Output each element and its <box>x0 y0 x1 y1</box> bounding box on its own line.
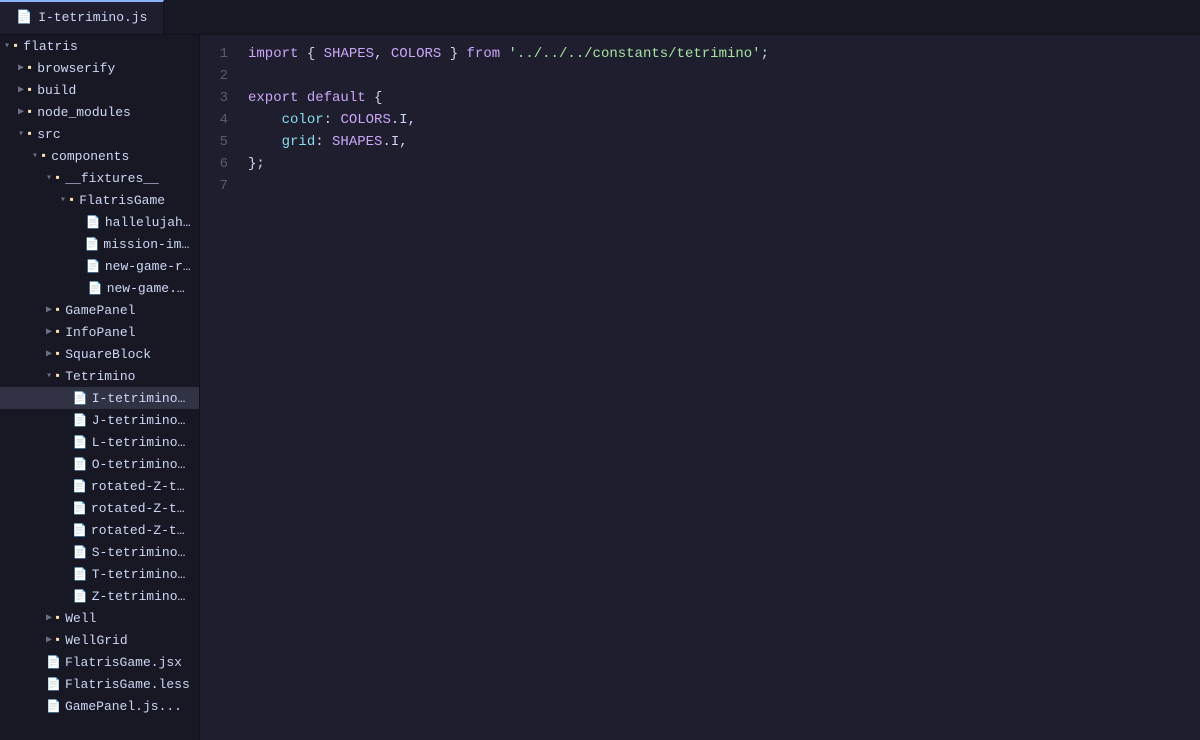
sidebar-item-J-tetrimino[interactable]: 📄 J-tetrimino.js <box>0 409 199 431</box>
sidebar-item-SquareBlock[interactable]: ▶ ▪ SquareBlock <box>0 343 199 365</box>
folder-icon: ▪ <box>54 303 61 317</box>
sidebar-item-Tetrimino[interactable]: ▾ ▪ Tetrimino <box>0 365 199 387</box>
chevron-down-icon: ▾ <box>46 172 52 184</box>
folder-icon: ▪ <box>54 611 61 625</box>
sidebar-item-flatris[interactable]: ▾ ▪ flatris <box>0 35 199 57</box>
sidebar-item-src[interactable]: ▾ ▪ src <box>0 123 199 145</box>
file-icon: 📄 <box>72 479 87 494</box>
editor-area[interactable]: 1 2 3 4 5 6 7 import { SHAPES, COLORS } … <box>200 35 1200 740</box>
sidebar-item-components[interactable]: ▾ ▪ components <box>0 145 199 167</box>
file-icon: 📄 <box>46 655 61 670</box>
file-icon: 📄 <box>86 259 101 274</box>
sidebar-item-S-tetrimino[interactable]: 📄 S-tetrimino.js <box>0 541 199 563</box>
folder-icon: ▪ <box>54 171 61 185</box>
chevron-down-icon: ▾ <box>46 370 52 382</box>
file-icon: 📄 <box>73 589 88 604</box>
sidebar-item-GamePanel-js[interactable]: 📄 GamePanel.js... <box>0 695 199 717</box>
code-content[interactable]: import { SHAPES, COLORS } from '../../..… <box>240 43 1200 740</box>
folder-icon: ▪ <box>26 83 33 97</box>
chevron-right-icon: ▶ <box>46 326 52 338</box>
chevron-right-icon: ▶ <box>46 304 52 316</box>
chevron-right-icon: ▶ <box>18 62 24 74</box>
sidebar-item-browserify[interactable]: ▶ ▪ browserify <box>0 57 199 79</box>
sidebar-item-fixtures[interactable]: ▾ ▪ __fixtures__ <box>0 167 199 189</box>
chevron-down-icon: ▾ <box>18 128 24 140</box>
sidebar-item-hallelujah[interactable]: 📄 hallelujah.js <box>0 211 199 233</box>
sidebar-item-FlatrisGame[interactable]: ▾ ▪ FlatrisGame <box>0 189 199 211</box>
file-icon: 📄 <box>72 501 87 516</box>
line-numbers: 1 2 3 4 5 6 7 <box>200 43 240 740</box>
file-icon: 📄 <box>73 545 88 560</box>
file-icon: 📄 <box>73 435 88 450</box>
chevron-right-icon: ▶ <box>46 348 52 360</box>
file-icon: 📄 <box>88 281 103 296</box>
sidebar-item-FlatrisGame-less[interactable]: 📄 FlatrisGame.less <box>0 673 199 695</box>
chevron-right-icon: ▶ <box>18 106 24 118</box>
folder-icon: ▪ <box>26 105 33 119</box>
chevron-right-icon: ▶ <box>46 612 52 624</box>
folder-icon: ▪ <box>40 149 47 163</box>
sidebar-item-InfoPanel[interactable]: ▶ ▪ InfoPanel <box>0 321 199 343</box>
folder-icon: ▪ <box>26 127 33 141</box>
tab-label: I-tetrimino.js <box>38 10 147 25</box>
file-icon: 📄 <box>46 677 61 692</box>
sidebar-item-GamePanel[interactable]: ▶ ▪ GamePanel <box>0 299 199 321</box>
sidebar-item-mission-impo[interactable]: 📄 mission-impo... <box>0 233 199 255</box>
chevron-right-icon: ▶ <box>46 634 52 646</box>
folder-icon: ▪ <box>54 325 61 339</box>
sidebar-item-WellGrid[interactable]: ▶ ▪ WellGrid <box>0 629 199 651</box>
chevron-right-icon: ▶ <box>18 84 24 96</box>
file-icon: 📄 <box>84 237 99 252</box>
sidebar-item-new-game[interactable]: 📄 new-game.js <box>0 277 199 299</box>
sidebar: ▾ ▪ flatris ▶ ▪ browserify ▶ ▪ build ▶ ▪… <box>0 35 200 740</box>
file-icon: 📄 <box>72 523 87 538</box>
sidebar-item-Z-tetrimino[interactable]: 📄 Z-tetrimino.js <box>0 585 199 607</box>
chevron-down-icon: ▾ <box>60 194 66 206</box>
file-icon: 📄 <box>73 391 88 406</box>
sidebar-item-build[interactable]: ▶ ▪ build <box>0 79 199 101</box>
sidebar-item-L-tetrimino[interactable]: 📄 L-tetrimino.js <box>0 431 199 453</box>
sidebar-item-rotated-Z-2[interactable]: 📄 rotated-Z-te... <box>0 497 199 519</box>
sidebar-item-node-modules[interactable]: ▶ ▪ node_modules <box>0 101 199 123</box>
sidebar-item-I-tetrimino[interactable]: 📄 I-tetrimino.js <box>0 387 199 409</box>
sidebar-item-T-tetrimino[interactable]: 📄 T-tetrimino.js <box>0 563 199 585</box>
sidebar-item-rotated-Z-1[interactable]: 📄 rotated-Z-te... <box>0 475 199 497</box>
folder-icon: ▪ <box>54 369 61 383</box>
file-icon: 📄 <box>73 567 88 582</box>
sidebar-item-O-tetrimino[interactable]: 📄 O-tetrimino.js <box>0 453 199 475</box>
sidebar-item-FlatrisGame-jsx[interactable]: 📄 FlatrisGame.jsx <box>0 651 199 673</box>
file-icon: 📄 <box>73 457 88 472</box>
file-icon-tab: 📄 <box>16 10 32 25</box>
sidebar-item-Well[interactable]: ▶ ▪ Well <box>0 607 199 629</box>
main-layout: ▾ ▪ flatris ▶ ▪ browserify ▶ ▪ build ▶ ▪… <box>0 35 1200 740</box>
tab-bar: 📄 I-tetrimino.js <box>0 0 1200 35</box>
folder-icon: ▪ <box>68 193 75 207</box>
sidebar-item-new-game-r[interactable]: 📄 new-game-r... <box>0 255 199 277</box>
tab-I-tetrimino[interactable]: 📄 I-tetrimino.js <box>0 0 164 34</box>
file-icon: 📄 <box>73 413 88 428</box>
code-view: 1 2 3 4 5 6 7 import { SHAPES, COLORS } … <box>200 35 1200 740</box>
folder-icon: ▪ <box>54 633 61 647</box>
file-icon: 📄 <box>86 215 101 230</box>
folder-icon: ▪ <box>12 39 19 53</box>
file-icon: 📄 <box>46 699 61 714</box>
folder-icon: ▪ <box>54 347 61 361</box>
sidebar-item-rotated-Z-3[interactable]: 📄 rotated-Z-te... <box>0 519 199 541</box>
chevron-down-icon: ▾ <box>32 150 38 162</box>
chevron-down-icon: ▾ <box>4 40 10 52</box>
folder-icon: ▪ <box>26 61 33 75</box>
